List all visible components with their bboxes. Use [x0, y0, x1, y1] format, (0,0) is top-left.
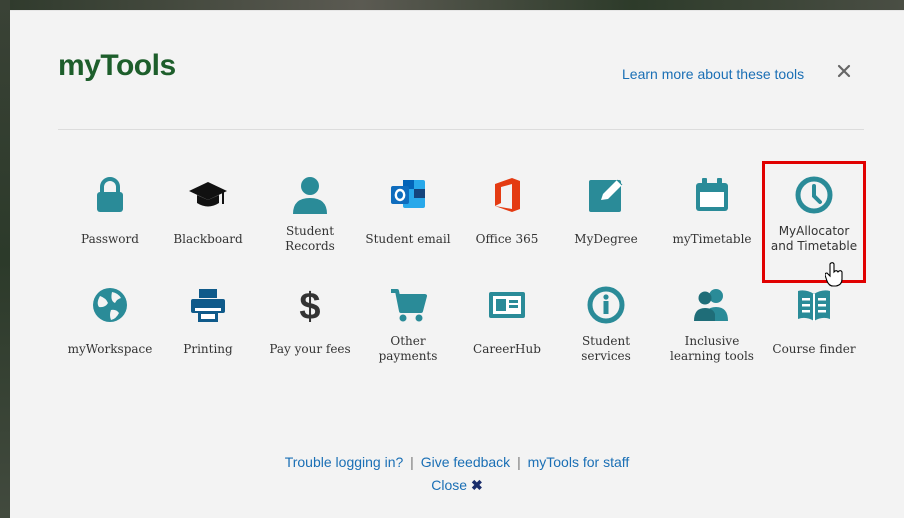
printer-icon	[191, 289, 225, 322]
user-icon	[293, 177, 327, 214]
footer-links: Trouble logging in? | Give feedback | my…	[10, 454, 904, 470]
tool-label: Student email	[365, 231, 451, 246]
footer-separator: |	[410, 454, 414, 470]
tool-label: Student services	[581, 334, 631, 363]
tool-myallocator[interactable]: MyAllocator and Timetable	[766, 161, 862, 261]
header-divider	[58, 129, 864, 130]
dollar-icon: $	[299, 286, 320, 326]
tool-student-email[interactable]: Student email	[360, 161, 456, 261]
mytools-for-staff-link[interactable]: myTools for staff	[528, 454, 630, 470]
tool-pay-fees[interactable]: $ Pay your fees	[262, 271, 358, 371]
tool-label: Other payments	[378, 334, 438, 363]
edit-icon	[589, 179, 623, 212]
tool-careerhub[interactable]: CareerHub	[459, 271, 555, 371]
tool-student-services[interactable]: Student services	[558, 271, 654, 371]
tool-label: Student Records	[285, 224, 335, 253]
mytools-modal: myTools Learn more about these tools Pas…	[10, 10, 904, 518]
tool-label: Course finder	[772, 341, 856, 356]
trouble-logging-in-link[interactable]: Trouble logging in?	[285, 454, 404, 470]
book-icon	[798, 290, 830, 321]
tool-label: MyDegree	[574, 231, 638, 246]
background-page-left	[0, 0, 10, 518]
outlook-icon	[391, 180, 425, 208]
give-feedback-link[interactable]: Give feedback	[421, 454, 511, 470]
tool-label: Blackboard	[173, 231, 243, 246]
graduation-cap-icon	[189, 182, 227, 207]
tool-mytimetable[interactable]: myTimetable	[664, 161, 760, 261]
footer-separator: |	[517, 454, 521, 470]
tool-course-finder[interactable]: Course finder	[766, 271, 862, 371]
tool-label: Inclusive learning tools	[670, 334, 754, 363]
globe-icon	[93, 288, 127, 322]
tool-label: myTimetable	[672, 231, 752, 246]
tool-label: CareerHub	[473, 341, 541, 356]
tool-label: Pay your fees	[269, 341, 351, 356]
tool-blackboard[interactable]: Blackboard	[160, 161, 256, 261]
footer-close[interactable]: Close ✖	[10, 477, 904, 494]
users-icon	[694, 289, 728, 321]
tool-mydegree[interactable]: MyDegree	[558, 161, 654, 261]
modal-title: myTools	[58, 49, 176, 82]
tool-inclusive-learning[interactable]: Inclusive learning tools	[664, 271, 760, 371]
hand-cursor-icon	[825, 262, 843, 287]
lock-icon	[97, 177, 123, 212]
tool-label: Printing	[183, 341, 233, 356]
learn-more-link[interactable]: Learn more about these tools	[622, 66, 804, 82]
tool-printing[interactable]: Printing	[160, 271, 256, 371]
tool-myworkspace[interactable]: myWorkspace	[62, 271, 158, 371]
calendar-icon	[696, 178, 728, 211]
clock-icon	[795, 176, 833, 214]
tool-label: Password	[81, 231, 139, 246]
tool-label: myWorkspace	[67, 341, 153, 356]
close-x-icon[interactable]: ✖	[471, 477, 483, 493]
tool-office-365[interactable]: Office 365	[459, 161, 555, 261]
svg-text:$: $	[299, 286, 320, 326]
close-icon[interactable]	[836, 63, 852, 79]
info-icon	[587, 286, 625, 324]
tool-student-records[interactable]: Student Records	[262, 161, 358, 261]
background-page	[0, 0, 904, 10]
office-icon	[495, 178, 520, 212]
cart-icon	[391, 289, 427, 322]
id-card-icon	[489, 292, 525, 318]
tool-other-payments[interactable]: Other payments	[360, 271, 456, 371]
tool-label: MyAllocator and Timetable	[770, 224, 858, 253]
tool-label: Office 365	[475, 231, 539, 246]
close-link[interactable]: Close	[431, 477, 467, 493]
tool-password[interactable]: Password	[62, 161, 158, 261]
